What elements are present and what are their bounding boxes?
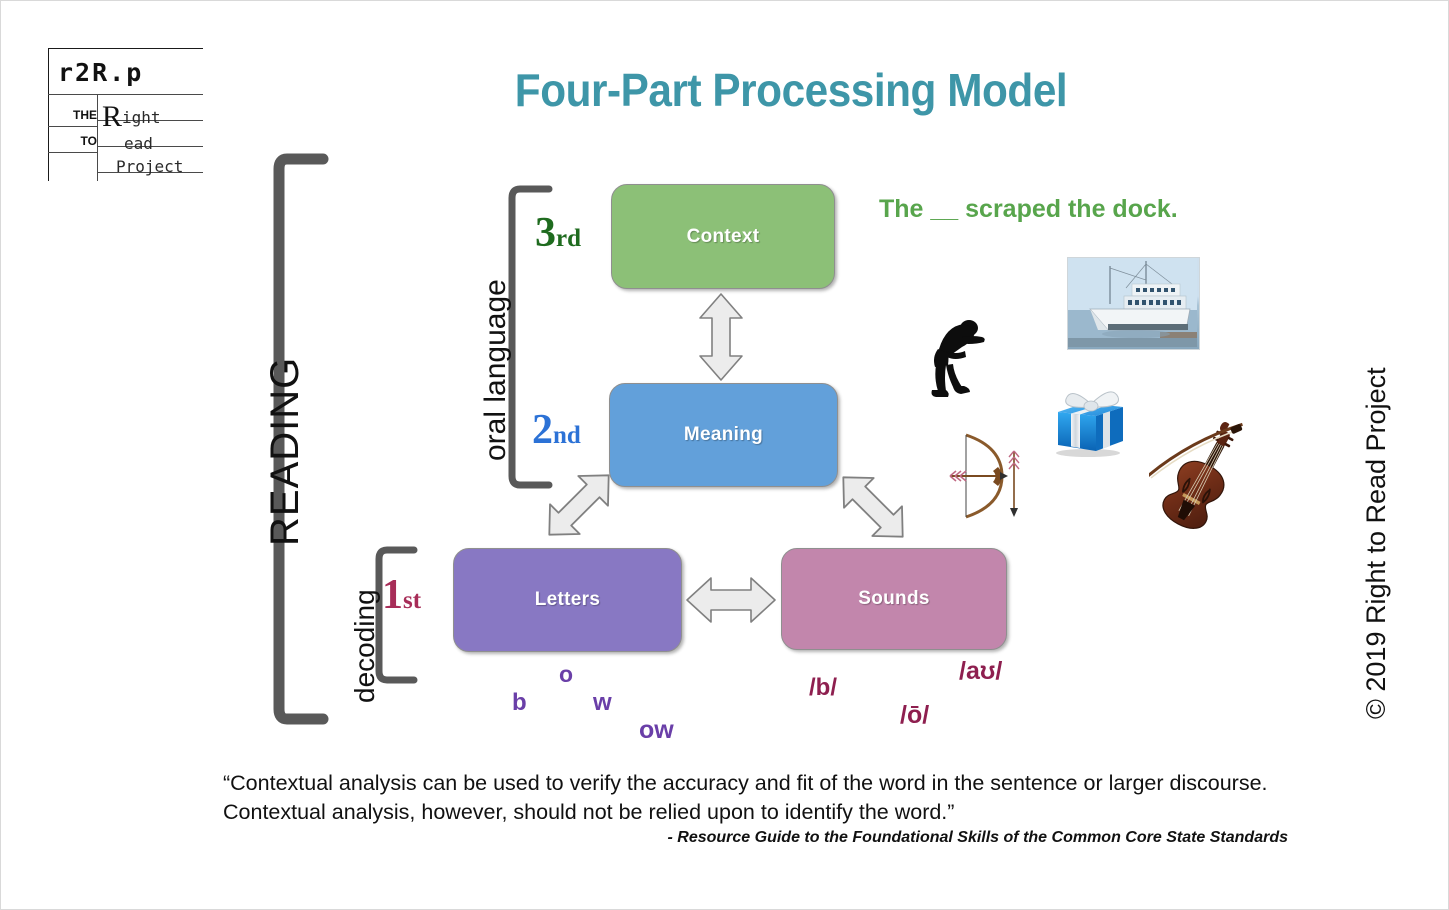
slide-canvas: r2R.p THE TO Right ead Project Four-Part… bbox=[0, 0, 1449, 910]
violin-with-bow bbox=[1145, 414, 1267, 532]
gift-box bbox=[1044, 376, 1130, 458]
bow-and-arrow bbox=[936, 429, 1028, 522]
ordinal-second-number: 2 bbox=[532, 407, 553, 453]
grapheme-label: o bbox=[559, 661, 574, 687]
reading-bracket-label: READING bbox=[263, 356, 307, 546]
decoding-label: decoding bbox=[349, 589, 380, 703]
logo-right-column: Right ead Project bbox=[102, 102, 183, 175]
ordinal-third-suffix: rd bbox=[556, 225, 581, 252]
letters-box[interactable]: Letters bbox=[453, 548, 682, 652]
context-box-label: Context bbox=[686, 225, 760, 247]
phoneme-label: /aʊ/ bbox=[959, 657, 1003, 685]
copyright-notice: © 2019 Right to Read Project bbox=[1361, 367, 1391, 719]
quote-attribution: - Resource Guide to the Foundational Ski… bbox=[667, 829, 1288, 846]
logo-word-right: Right bbox=[102, 102, 183, 132]
meaning-box-label: Meaning bbox=[683, 424, 764, 445]
ordinal-second: 2nd bbox=[532, 406, 581, 454]
logo-divider bbox=[48, 126, 97, 127]
ordinal-second-suffix: nd bbox=[553, 422, 581, 449]
logo-divider bbox=[97, 94, 98, 181]
logo-the-label: THE bbox=[73, 108, 97, 122]
phoneme-label: /b/ bbox=[809, 674, 837, 701]
quote-text: “Contextual analysis can be used to veri… bbox=[223, 771, 1268, 824]
ordinal-third-number: 3 bbox=[535, 210, 556, 256]
logo-word-read: ead bbox=[124, 136, 183, 152]
double-arrow-diagonal-up-icon bbox=[533, 459, 625, 551]
ship-photo bbox=[1067, 257, 1200, 350]
logo-cap-r1: R bbox=[102, 100, 123, 133]
page-title: Four-Part Processing Model bbox=[514, 64, 1068, 116]
sounds-box-label: Sounds bbox=[858, 588, 930, 609]
letters-box-label: Letters bbox=[534, 589, 601, 610]
ordinal-first: 1st bbox=[382, 571, 421, 619]
logo-wordmark: r2R.p bbox=[58, 58, 144, 87]
grapheme-label: w bbox=[593, 689, 612, 716]
double-arrow-diagonal-down-icon bbox=[827, 461, 919, 553]
phoneme-label: /ō/ bbox=[900, 701, 930, 729]
oral-language-label: oral language bbox=[479, 279, 512, 461]
ordinal-third: 3rd bbox=[535, 209, 581, 257]
bowing-man-silhouette bbox=[922, 311, 1000, 404]
sounds-box[interactable]: Sounds bbox=[781, 548, 1007, 650]
logo-word-project: Project bbox=[116, 157, 184, 176]
meaning-box[interactable]: Meaning bbox=[609, 383, 838, 487]
context-box[interactable]: Context bbox=[611, 184, 835, 289]
logo-divider bbox=[48, 152, 97, 153]
logo-to-label: TO bbox=[80, 134, 97, 148]
double-arrow-horizontal-icon bbox=[684, 574, 778, 626]
double-arrow-vertical-icon bbox=[696, 291, 746, 383]
logo-word-right-rest: ight bbox=[122, 108, 161, 127]
grapheme-label: ow bbox=[639, 716, 674, 744]
example-sentence: The __ scraped the dock. bbox=[879, 195, 1178, 223]
logo-divider bbox=[48, 94, 203, 95]
ordinal-first-number: 1 bbox=[382, 572, 403, 618]
ordinal-first-suffix: st bbox=[403, 587, 422, 614]
right-to-read-project-logo: r2R.p THE TO Right ead Project bbox=[48, 48, 203, 181]
grapheme-label: b bbox=[512, 689, 527, 716]
logo-word-read-rest: ead bbox=[124, 134, 153, 153]
